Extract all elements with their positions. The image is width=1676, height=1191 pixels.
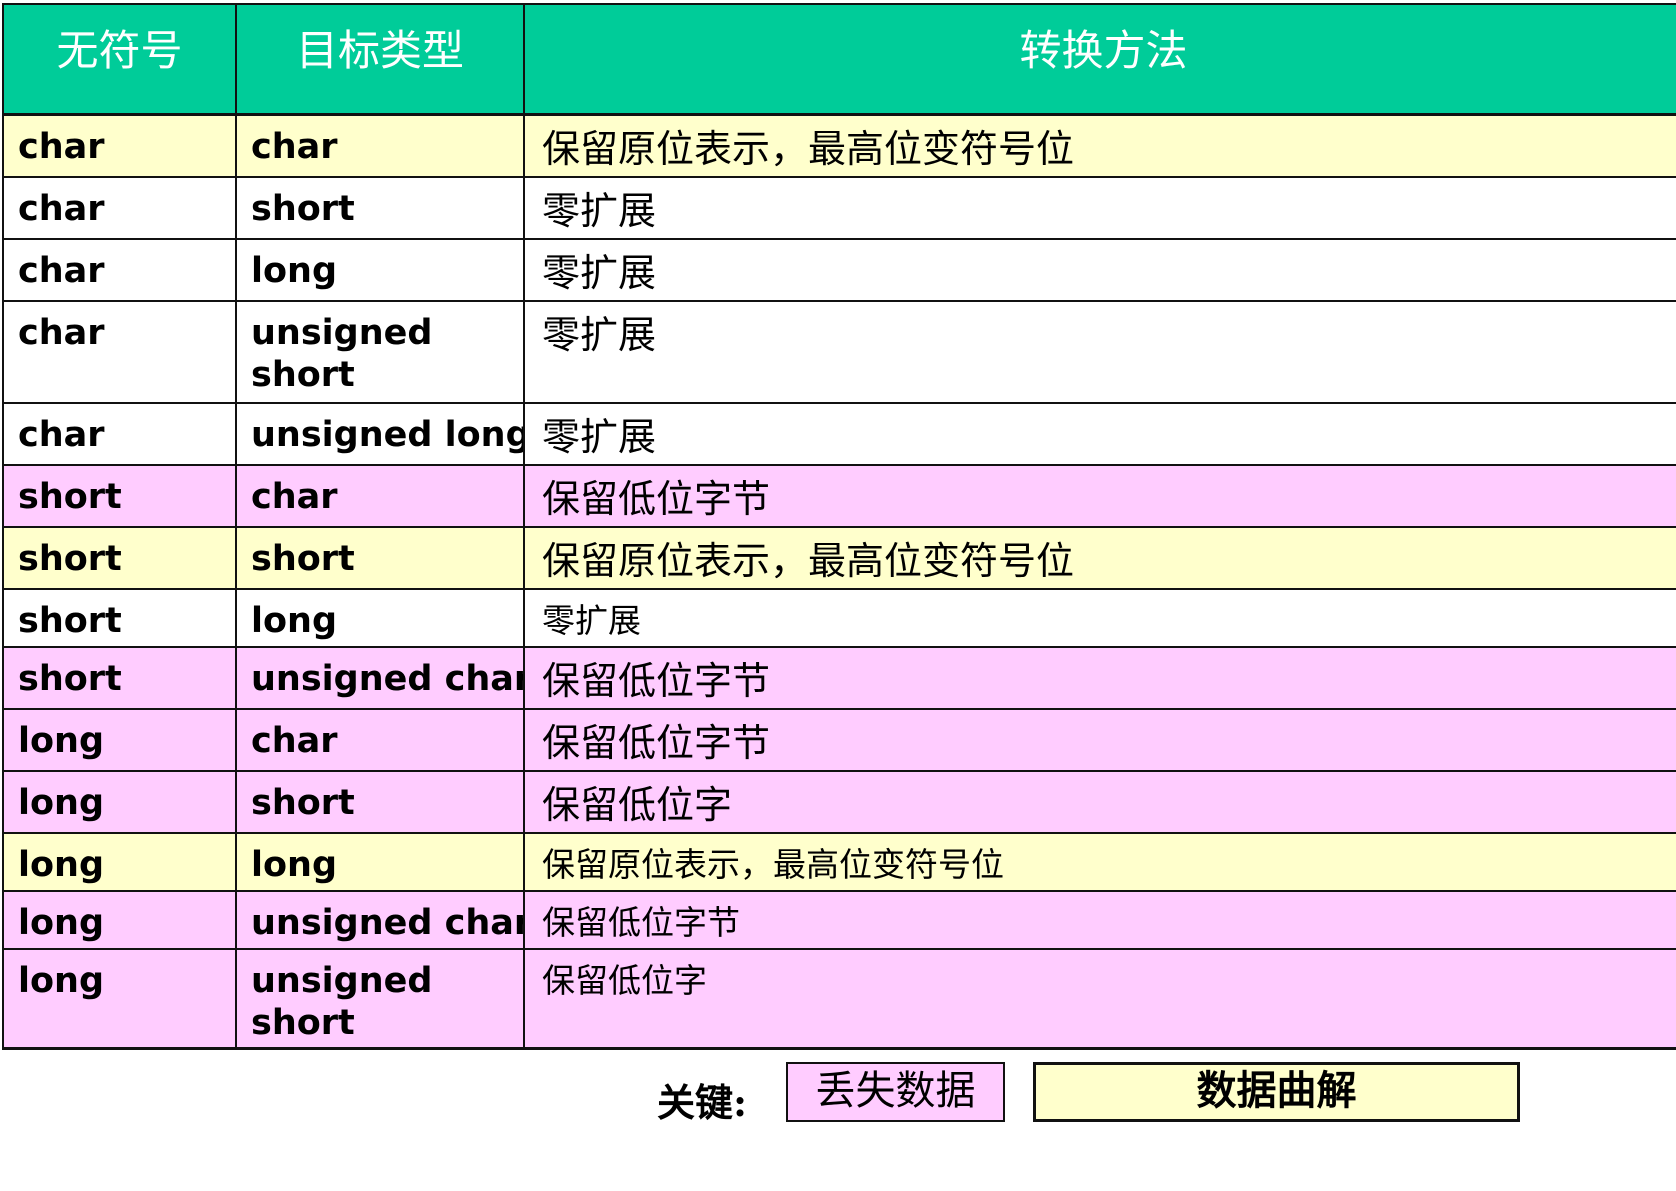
target-type-cell: char — [235, 463, 525, 528]
source-type-cell: long — [2, 707, 237, 772]
table-row: char unsigned long 零扩展 — [2, 401, 1676, 466]
table-row: long unsigned char 保留低位字节 — [2, 889, 1676, 950]
table-row: char char 保留原位表示，最高位变符号位 — [2, 113, 1676, 178]
conversion-method-cell: 零扩展 — [523, 237, 1676, 302]
conversion-method-cell: 保留低位字节 — [523, 463, 1676, 528]
conversion-method-cell: 保留低位字节 — [523, 889, 1676, 950]
conversion-method-cell: 零扩展 — [523, 401, 1676, 466]
target-type-cell: unsigned short — [235, 299, 525, 404]
target-type-cell: char — [235, 707, 525, 772]
conversion-method-cell: 保留原位表示，最高位变符号位 — [523, 831, 1676, 892]
table-row: long long 保留原位表示，最高位变符号位 — [2, 831, 1676, 892]
conversion-method-cell: 保留低位字 — [523, 769, 1676, 834]
legend-lost-data: 丢失数据 — [786, 1062, 1005, 1122]
target-type-cell: char — [235, 113, 525, 178]
table-row: long unsigned short 保留低位字 — [2, 947, 1676, 1050]
source-type-cell: long — [2, 769, 237, 834]
target-type-cell: short — [235, 769, 525, 834]
source-type-cell: long — [2, 831, 237, 892]
conversion-table: 无符号 目标类型 转换方法 char char 保留原位表示，最高位变符号位 c… — [2, 3, 1676, 1050]
source-type-cell: short — [2, 525, 237, 590]
header-conversion-method: 转换方法 — [523, 3, 1676, 116]
target-type-cell: long — [235, 587, 525, 648]
table-row: short char 保留低位字节 — [2, 463, 1676, 528]
conversion-method-cell: 保留低位字 — [523, 947, 1676, 1050]
header-target-type: 目标类型 — [235, 3, 525, 116]
target-type-cell: unsigned char — [235, 645, 525, 710]
conversion-method-cell: 保留原位表示，最高位变符号位 — [523, 525, 1676, 590]
target-type-cell: unsigned short — [235, 947, 525, 1050]
table-row: short short 保留原位表示，最高位变符号位 — [2, 525, 1676, 590]
source-type-cell: short — [2, 587, 237, 648]
target-type-cell: long — [235, 237, 525, 302]
target-type-cell: short — [235, 175, 525, 240]
source-type-cell: short — [2, 645, 237, 710]
header-unsigned: 无符号 — [2, 3, 237, 116]
source-type-cell: long — [2, 889, 237, 950]
target-type-cell: unsigned char — [235, 889, 525, 950]
conversion-method-cell: 零扩展 — [523, 175, 1676, 240]
target-type-cell: unsigned long — [235, 401, 525, 466]
source-type-cell: char — [2, 299, 237, 404]
conversion-method-cell: 零扩展 — [523, 587, 1676, 648]
target-type-cell: short — [235, 525, 525, 590]
source-type-cell: char — [2, 175, 237, 240]
table-row: char long 零扩展 — [2, 237, 1676, 302]
source-type-cell: char — [2, 401, 237, 466]
source-type-cell: char — [2, 237, 237, 302]
target-type-cell: long — [235, 831, 525, 892]
table-row: short unsigned char 保留低位字节 — [2, 645, 1676, 710]
table-row: short long 零扩展 — [2, 587, 1676, 648]
table-row: long char 保留低位字节 — [2, 707, 1676, 772]
table-row: char short 零扩展 — [2, 175, 1676, 240]
table-header-row: 无符号 目标类型 转换方法 — [2, 3, 1676, 116]
source-type-cell: long — [2, 947, 237, 1050]
table-row: char unsigned short 零扩展 — [2, 299, 1676, 404]
conversion-method-cell: 保留低位字节 — [523, 645, 1676, 710]
table-row: long short 保留低位字 — [2, 769, 1676, 834]
conversion-method-cell: 保留低位字节 — [523, 707, 1676, 772]
source-type-cell: char — [2, 113, 237, 178]
conversion-method-cell: 零扩展 — [523, 299, 1676, 404]
legend-key-label: 关键: — [657, 1080, 748, 1125]
source-type-cell: short — [2, 463, 237, 528]
legend-misinterpreted-data: 数据曲解 — [1033, 1062, 1520, 1122]
conversion-method-cell: 保留原位表示，最高位变符号位 — [523, 113, 1676, 178]
